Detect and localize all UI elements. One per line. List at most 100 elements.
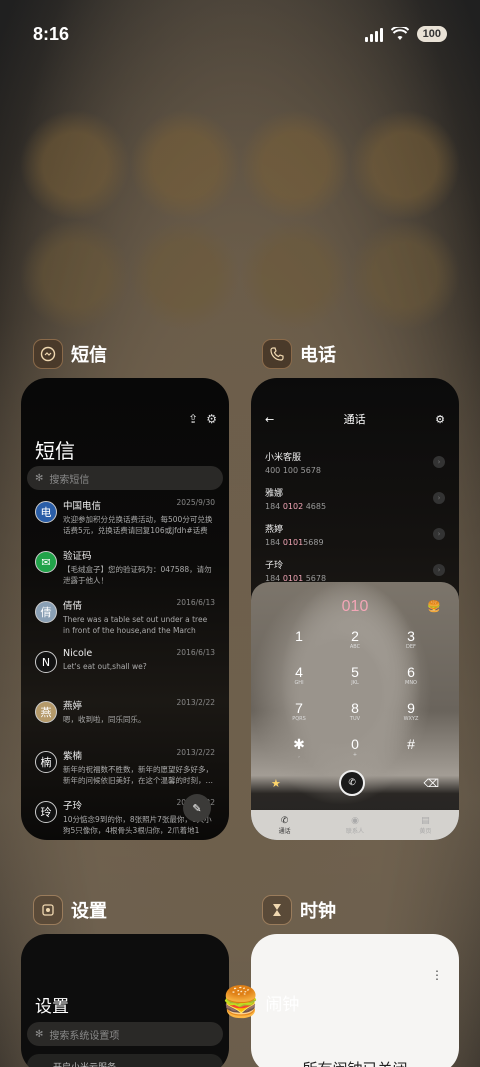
settings-search-input[interactable]: ✻ 搜索系统设置项	[27, 1022, 223, 1046]
sender-name: 燕婷	[63, 701, 83, 712]
floating-alarm-label: 🍔 闹钟	[222, 985, 299, 1020]
dial-key[interactable]: 0 +	[327, 736, 383, 766]
more-icon[interactable]: ⋮	[431, 968, 443, 982]
dial-key[interactable]: 3 DEF	[383, 628, 439, 658]
sender-name: Nicole	[63, 648, 93, 659]
sms-app-header[interactable]: 短信	[33, 339, 107, 369]
chevron-right-icon[interactable]: ›	[433, 564, 445, 576]
message-preview: 新年的祝福数不胜数，新年的愿望好多好多，新年的问候依旧美好，在这个温馨的时刻，…	[63, 765, 213, 785]
phone-app-card[interactable]: ← 通话 ⚙ 小米客服 400 100 5678 › 雅娜 184 0102 4685 ›…	[251, 378, 459, 840]
dial-key[interactable]: 6 MNO	[383, 664, 439, 694]
compose-button[interactable]: ✎	[183, 794, 211, 822]
star-icon[interactable]: ★	[271, 777, 281, 790]
search-icon: ✻	[35, 472, 44, 484]
clock-empty-text: 所有闹钟已关闭	[251, 1058, 459, 1067]
message-preview: There was a table set out under a tree i…	[63, 615, 208, 635]
list-item[interactable]: N Nicole 2016/6/13 Let's eat out,shall we?	[21, 648, 229, 698]
call-button[interactable]: ✆	[339, 770, 366, 796]
tab-1[interactable]: ◉ 联系人	[346, 816, 364, 835]
phone-title: 通话	[343, 413, 366, 426]
chevron-right-icon[interactable]: ›	[433, 492, 445, 504]
sms-app-card[interactable]: ⇪ ⚙ 短信 ✻ 搜索短信 电中国电信 2025/9/30 欢迎参加积分兑换话费活动…	[21, 378, 229, 840]
tab-2[interactable]: ▤ 黄页	[419, 816, 431, 835]
dial-key[interactable]: 9 WXYZ	[383, 700, 439, 730]
avatar: ✉	[35, 551, 57, 573]
dial-key[interactable]: 1	[271, 628, 327, 658]
avatar: 倩	[35, 601, 57, 623]
phone-app-header[interactable]: 电话	[262, 339, 336, 369]
hamburger-icon: 🍔	[222, 985, 260, 1020]
dial-key[interactable]: 7 PQRS	[271, 700, 327, 730]
chevron-right-icon[interactable]: ›	[433, 528, 445, 540]
message-date: 2013/2/22	[176, 748, 215, 757]
contact-name: 雅娜	[265, 488, 284, 499]
avatar: 燕	[35, 701, 57, 723]
list-item[interactable]: 电中国电信 2025/9/30 欢迎参加积分兑换话费活动，每500分可兑换话费5元，…	[21, 498, 229, 548]
list-item[interactable]: ✉ 验证码【毛绒盒子】您的验证码为：047588，请勿泄露于他人！	[21, 548, 229, 598]
phone-app-name: 电话	[300, 345, 336, 366]
settings-app-card[interactable]: 设置 ✻ 搜索系统设置项 开启小米云服务	[21, 934, 229, 1067]
dial-key[interactable]: 8 TUV	[327, 700, 383, 730]
avatar: N	[35, 651, 57, 673]
back-arrow-icon[interactable]: ←	[265, 413, 274, 426]
contact-list: 小米客服 400 100 5678 › 雅娜 184 0102 4685 › 燕婷 184 0…	[265, 444, 445, 588]
sender-name: 紫楠	[63, 751, 83, 762]
contact-row[interactable]: 燕婷 184 01015689 ›	[265, 516, 445, 552]
dial-key[interactable]: #	[383, 736, 439, 766]
contact-number: 184 0102 4685	[265, 501, 327, 511]
tab-0[interactable]: ✆ 通话	[279, 816, 291, 835]
chevron-right-icon[interactable]: ›	[433, 456, 445, 468]
hamburger-icon: 🍔	[427, 600, 441, 613]
gear-icon[interactable]: ⚙	[435, 413, 445, 426]
alarm-label: 闹钟	[265, 995, 300, 1015]
sms-message-list: 电中国电信 2025/9/30 欢迎参加积分兑换话费活动，每500分可兑换话费5元，…	[21, 498, 229, 840]
status-bar: 8:16 100	[33, 22, 447, 46]
clock-app-header[interactable]: 时钟	[262, 895, 336, 925]
contact-row[interactable]: 小米客服 400 100 5678 ›	[265, 444, 445, 480]
dialpad: 010 🍔 1 2 ABC 3 DEF 4 GHI 5 JKL 6 MNO 7 PQRS 8 TUV 9 WXY…	[251, 582, 459, 840]
dial-key[interactable]: 4 GHI	[271, 664, 327, 694]
settings-title: 设置	[35, 997, 69, 1017]
settings-item-cloud[interactable]: 开启小米云服务	[27, 1054, 223, 1067]
settings-icon	[33, 895, 63, 925]
sms-search-input[interactable]: ✻ 搜索短信	[27, 466, 223, 490]
contact-name: 小米客服	[265, 452, 302, 463]
gear-icon[interactable]: ⚙	[206, 412, 217, 426]
contact-name: 子玲	[265, 560, 284, 571]
settings-app-header[interactable]: 设置	[33, 895, 107, 925]
message-icon	[33, 339, 63, 369]
clock-app-name: 时钟	[300, 901, 336, 922]
contact-number: 184 01015689	[265, 537, 324, 547]
dial-key[interactable]: 5 JKL	[327, 664, 383, 694]
wifi-icon	[390, 27, 409, 40]
sms-title: 短信	[35, 439, 75, 463]
contact-number: 400 100 5678	[265, 465, 321, 475]
settings-search-placeholder: 搜索系统设置项	[49, 1030, 120, 1042]
sms-search-placeholder: 搜索短信	[49, 474, 90, 486]
sender-name: 中国电信	[63, 501, 102, 512]
message-date: 2016/6/13	[176, 648, 215, 657]
status-time: 8:16	[33, 23, 70, 44]
avatar: 电	[35, 501, 57, 523]
sender-name: 倩倩	[63, 601, 83, 612]
avatar: 玲	[35, 801, 57, 823]
delete-icon[interactable]: ⌫	[423, 777, 439, 790]
message-preview: 【毛绒盒子】您的验证码为：047588，请勿泄露于他人！	[63, 565, 212, 585]
share-icon[interactable]: ⇪	[188, 412, 198, 426]
search-icon: ✻	[35, 1028, 44, 1040]
hourglass-icon	[262, 895, 292, 925]
avatar: 楠	[35, 751, 57, 773]
dial-key[interactable]: ✱,	[271, 736, 327, 766]
list-item[interactable]: 楠紫楠 2013/2/22 新年的祝福数不胜数，新年的愿望好多好多，新年的问候依旧美…	[21, 748, 229, 798]
contact-row[interactable]: 雅娜 184 0102 4685 ›	[265, 480, 445, 516]
sender-name: 验证码	[63, 551, 92, 562]
message-preview: 嗯，收到啦，同乐同乐。	[63, 715, 146, 724]
list-item[interactable]: 倩倩倩 2016/6/13 There was a table set out un…	[21, 598, 229, 648]
phone-icon	[262, 339, 292, 369]
message-date: 2025/9/30	[176, 498, 215, 507]
settings-app-name: 设置	[71, 901, 107, 922]
message-preview: Let's eat out,shall we?	[63, 662, 147, 671]
dial-key[interactable]: 2 ABC	[327, 628, 383, 658]
phone-tab-bar: ✆ 通话 ◉ 联系人 ▤ 黄页	[251, 810, 459, 840]
list-item[interactable]: 燕燕婷 2013/2/22 嗯，收到啦，同乐同乐。	[21, 698, 229, 748]
